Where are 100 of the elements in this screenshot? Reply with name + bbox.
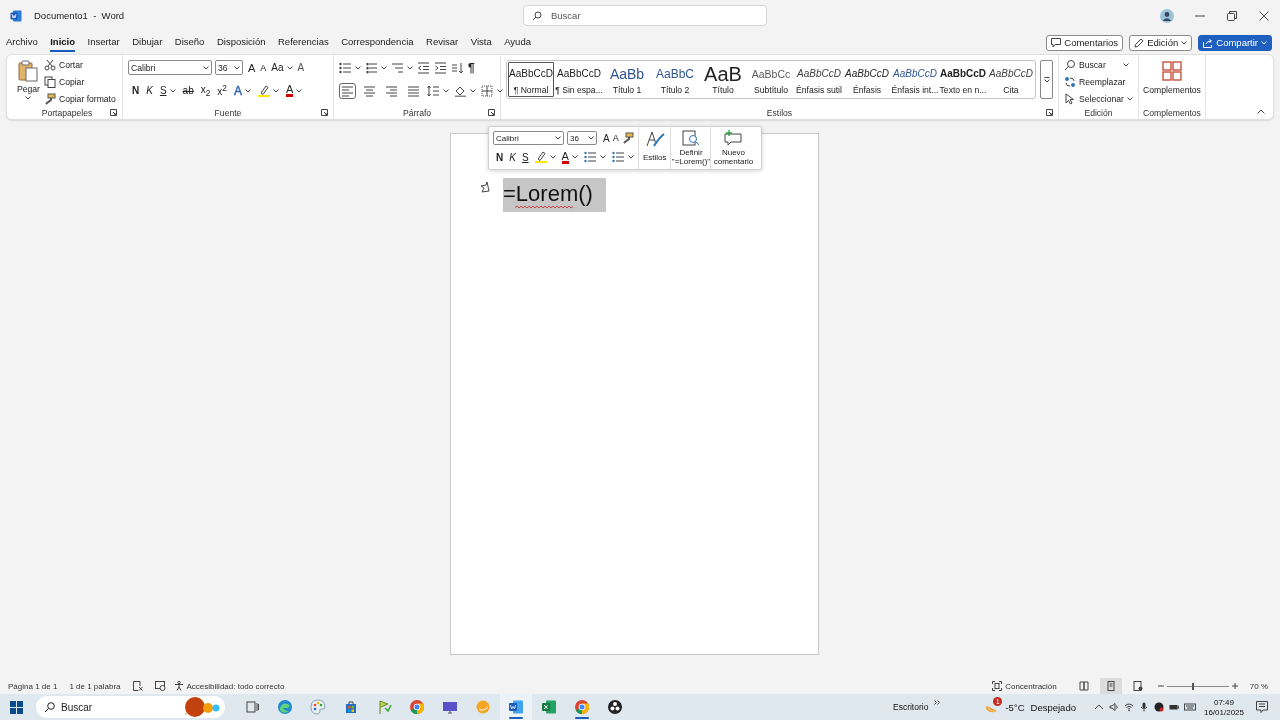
style-item[interactable]: AaBbC Título 2 [651,61,699,98]
style-item[interactable]: AaBbCcD Texto en n... [939,61,987,98]
dialog-launcher-icon[interactable] [110,109,117,116]
menu-tab[interactable]: Dibujar [132,33,163,52]
menu-tab[interactable]: Disposición [216,33,266,52]
decrease-indent-button[interactable] [417,61,430,74]
select-button[interactable]: Seleccionar [1064,93,1133,105]
text-effects-button[interactable]: A [234,83,251,98]
new-comment-button[interactable]: Nuevo comentario [711,127,756,169]
toolbar-expand-button[interactable] [934,699,942,705]
editing-button[interactable]: Edición [1129,34,1193,51]
style-item[interactable]: AaBbCcD Énfasis sutil [795,61,843,98]
bullets-button[interactable] [339,61,361,74]
bold-button[interactable]: N [132,85,140,96]
speaker-tray-button[interactable] [1108,702,1119,712]
menu-tab[interactable]: Diseño [174,33,205,52]
format-painter-button[interactable] [621,132,634,144]
shading-button[interactable] [454,84,476,97]
superscript-button[interactable]: x$^{2}$ [217,83,227,98]
style-item[interactable]: AaBbCcD Énfasis [843,61,891,98]
clock-button[interactable]: 07:49 16/01/2025 [1203,697,1244,717]
highlight-button[interactable] [534,151,556,163]
style-item[interactable]: AaBbCcD Énfasis int... [891,61,939,98]
focus-button[interactable]: Concentración [992,681,1057,691]
underline-button[interactable]: S [521,151,529,163]
paste-button[interactable]: Pegar [17,59,40,106]
shrink-font-button[interactable]: A [260,62,267,73]
collapse-ribbon-button[interactable] [1257,109,1265,114]
style-item[interactable]: AaB Título [699,61,747,98]
menu-tab[interactable]: Archivo [6,33,38,52]
cut-button[interactable]: Cortar [43,59,116,71]
record-circle-tray-button[interactable] [1153,702,1164,712]
multilevel-list-button[interactable] [391,61,413,74]
battery-tray-button[interactable] [1168,702,1179,712]
proofing-button[interactable] [132,681,143,691]
font-color-button[interactable]: A [286,84,303,97]
italic-button[interactable]: K [509,151,516,163]
share-button[interactable]: Compartir [1198,34,1272,51]
shrink-font-button[interactable]: A [612,133,619,143]
format-painter-button[interactable]: Copiar formato [43,93,116,105]
align-left-button[interactable] [339,82,356,99]
bold-button[interactable]: N [496,151,504,163]
borders-button[interactable] [481,84,503,97]
zoom-slider-thumb[interactable] [1191,682,1194,690]
styles-button[interactable]: Estilos [638,127,672,169]
grow-font-button[interactable]: A [248,61,256,74]
numbering-button[interactable] [611,151,634,163]
italic-button[interactable]: K [146,85,153,96]
bullets-button[interactable] [583,151,606,163]
menu-tab[interactable]: Referencias [278,33,329,52]
print-layout-button[interactable] [1099,678,1122,694]
style-item[interactable]: AaBbCcD Cita [987,61,1035,98]
group-label: Edición [1084,107,1113,118]
microphone-tray-button[interactable] [1138,702,1149,712]
show-formatting-button[interactable]: ¶ [468,60,475,75]
grow-font-button[interactable]: A [603,132,610,144]
clear-format-button[interactable]: A [297,62,305,73]
wifi-tray-button[interactable] [1123,702,1134,712]
find-button[interactable]: Buscar [1064,59,1133,71]
macro-button[interactable] [154,681,166,691]
replace-button[interactable]: Reemplazar [1064,76,1133,88]
menu-tab[interactable]: Insertar [87,33,120,52]
keyboard-tray-button[interactable] [1183,702,1196,712]
accessibility-button[interactable]: Accesibilidad: todo correcto [173,681,285,691]
chevron-up-tray-button[interactable] [1093,702,1104,712]
menu-tab[interactable]: Revisar [426,33,459,52]
dialog-launcher-icon[interactable] [488,109,495,116]
font-size-field[interactable]: 36 [567,131,597,145]
menu-tab[interactable]: Correspondencia [341,33,414,52]
font-size-field[interactable]: 36 [215,60,243,75]
increase-indent-button[interactable] [434,61,447,74]
menu-tab[interactable]: Inicio [50,33,75,52]
zoom-in-button[interactable] [1231,683,1238,689]
menu-tab[interactable]: Vista [470,33,492,52]
comments-button[interactable]: Comentarios [1046,34,1124,51]
style-item[interactable]: AaBbCc Subtítulo [747,61,795,98]
font-name-field[interactable]: Calibri [493,131,564,145]
font-color-button[interactable]: A [561,150,578,164]
desktop-toolbar-button[interactable]: Escritorio [893,702,929,712]
dialog-launcher-icon[interactable] [1046,109,1053,116]
notifications-button[interactable] [1256,701,1268,713]
search-field[interactable]: Buscar [523,5,767,26]
style-item[interactable]: AaBbCcD ¶ Sin espa... [555,61,603,98]
change-case-button[interactable]: Aa [271,62,293,73]
highlight-button[interactable] [258,84,279,97]
line-spacing-button[interactable] [427,84,449,97]
define-button[interactable]: Definir "=Lorem()" [671,127,712,169]
menu-tab[interactable]: Ayuda [504,33,531,52]
style-item[interactable]: AaBbCcD ¶ Normal [507,61,555,98]
numbering-button[interactable] [365,61,387,74]
subscript-button[interactable]: x$_{2}$ [200,83,211,98]
strikethrough-button[interactable]: ab [182,85,194,96]
sort-button[interactable] [451,61,464,74]
underline-button[interactable]: S [159,85,176,96]
copy-button[interactable]: Copiar [43,76,116,88]
add-ins-button[interactable]: Complementos [1143,59,1201,106]
font-name-field[interactable]: Calibri [128,60,212,75]
style-item[interactable]: AaBb Título 1 [603,61,651,98]
dialog-launcher-icon[interactable] [321,109,328,116]
more-styles-button[interactable] [1040,60,1053,99]
